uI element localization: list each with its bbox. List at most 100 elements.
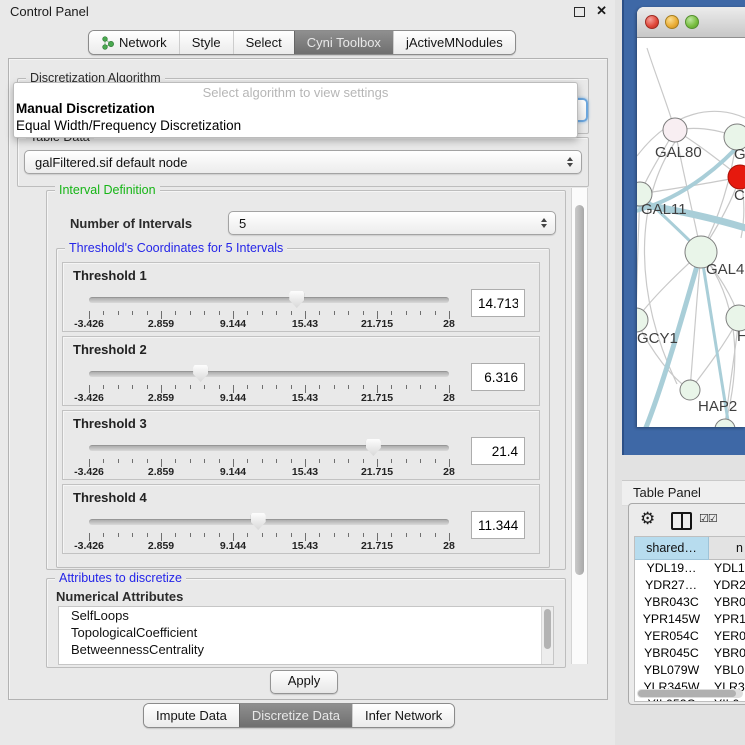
numerical-attributes-list[interactable]: SelfLoopsTopologicalCoefficientBetweenne… <box>58 606 554 665</box>
table-data-combo[interactable]: galFiltered.sif default node <box>24 150 582 174</box>
cell-name[interactable]: YDR2 <box>708 577 745 594</box>
threshold-slider[interactable]: -3.4262.8599.14415.4321.71528 <box>89 437 449 477</box>
threshold-slider[interactable]: -3.4262.8599.14415.4321.71528 <box>89 363 449 403</box>
cell-shared-name[interactable]: YPR145W <box>635 611 709 628</box>
table-row[interactable]: YBR043CYBR0 <box>635 594 745 611</box>
table-row[interactable]: YDR27…YDR2 <box>635 577 745 594</box>
slider-thumb[interactable] <box>251 513 266 530</box>
table-row[interactable]: YBL079WYBL0 <box>635 662 745 679</box>
slider-thumb[interactable] <box>193 365 208 382</box>
slider-tick-label: 21.715 <box>361 466 393 478</box>
tab-style[interactable]: Style <box>179 31 233 54</box>
cell-shared-name[interactable]: YBR043C <box>635 594 709 611</box>
content-scrollbar-thumb[interactable] <box>575 205 584 575</box>
control-panel-tabs: NetworkStyleSelectCyni ToolboxjActiveMNo… <box>88 30 516 55</box>
table-panel: ⚙ ☑☑ shared… n YDL19…YDL1YDR27…YDR2YBR04… <box>628 503 745 705</box>
table-row[interactable]: YBR045CYBR0 <box>635 645 745 662</box>
slider-tick-label: 9.144 <box>220 318 246 330</box>
cell-shared-name[interactable]: YDL19… <box>635 560 709 577</box>
network-node[interactable] <box>715 419 735 427</box>
tab-jactivemnodules[interactable]: jActiveMNodules <box>393 31 515 54</box>
threshold-value-field[interactable] <box>471 511 525 539</box>
network-canvas[interactable]: GAL80 GA C GAL11 GAL4 GCY1 H HAP2 <box>637 38 745 427</box>
close-icon[interactable]: ✕ <box>596 3 607 19</box>
slider-tick <box>147 311 148 315</box>
node-label: GAL80 <box>655 144 702 161</box>
slider-tick <box>219 459 220 463</box>
network-node[interactable] <box>663 118 687 142</box>
content-scrollbar[interactable] <box>571 188 588 664</box>
slider-tick <box>420 533 421 537</box>
network-node[interactable] <box>680 380 700 400</box>
network-node[interactable] <box>637 308 648 332</box>
algorithm-option-manual[interactable]: Manual Discretization <box>16 100 577 117</box>
cell-shared-name[interactable]: YDR27… <box>635 577 708 594</box>
attribute-list-item[interactable]: TopologicalCoefficient <box>59 624 553 641</box>
bottom-tab-discretize-data[interactable]: Discretize Data <box>239 704 352 727</box>
network-node-selected[interactable] <box>728 165 745 189</box>
slider-tick-label: 2.859 <box>148 540 174 552</box>
threshold-row-4: Threshold 4-3.4262.8599.14415.4321.71528 <box>62 484 540 554</box>
node-label: HAP2 <box>698 398 737 415</box>
threshold-value-field[interactable] <box>471 363 525 391</box>
cell-name[interactable]: YER0 <box>709 628 745 645</box>
table-row[interactable]: YER054CYER0 <box>635 628 745 645</box>
threshold-value-field[interactable] <box>471 289 525 317</box>
table-row[interactable]: YPR145WYPR1 <box>635 611 745 628</box>
cell-name[interactable]: YBL0 <box>709 662 745 679</box>
zoom-traffic-light-icon[interactable] <box>685 15 699 29</box>
column-header-shared-name[interactable]: shared… <box>635 537 709 560</box>
split-columns-icon[interactable] <box>671 512 692 530</box>
slider-tick <box>175 311 176 315</box>
tab-cyni-toolbox[interactable]: Cyni Toolbox <box>294 31 393 54</box>
cyni-bottom-tabs: Impute DataDiscretize DataInfer Network <box>143 703 455 728</box>
table-horizontal-scrollbar[interactable] <box>637 689 743 698</box>
slider-track[interactable] <box>89 519 449 525</box>
threshold-slider[interactable]: -3.4262.8599.14415.4321.71528 <box>89 511 449 551</box>
slider-thumb[interactable] <box>289 291 304 308</box>
slider-tick <box>291 385 292 389</box>
slider-tick <box>219 533 220 537</box>
cell-shared-name[interactable]: YER054C <box>635 628 709 645</box>
cell-name[interactable]: YPR1 <box>709 611 745 628</box>
bottom-tab-infer-network[interactable]: Infer Network <box>352 704 454 727</box>
attributes-scrollbar[interactable] <box>541 607 553 664</box>
cell-name[interactable]: YBR0 <box>709 645 745 662</box>
attribute-list-item[interactable]: SelfLoops <box>59 607 553 624</box>
float-window-icon[interactable] <box>574 7 585 17</box>
close-traffic-light-icon[interactable] <box>645 15 659 29</box>
slider-track[interactable] <box>89 371 449 377</box>
cell-name[interactable]: YDL1 <box>709 560 745 577</box>
cell-shared-name[interactable]: YBL079W <box>635 662 709 679</box>
slider-tick <box>334 311 335 315</box>
table-row[interactable]: YDL19…YDL1 <box>635 560 745 577</box>
slider-track[interactable] <box>89 445 449 451</box>
tab-network[interactable]: Network <box>89 31 179 54</box>
minimize-traffic-light-icon[interactable] <box>665 15 679 29</box>
slider-track[interactable] <box>89 297 449 303</box>
slider-tick <box>204 311 205 315</box>
slider-tick <box>204 385 205 389</box>
slider-tick-label: 28 <box>443 318 455 330</box>
slider-tick <box>103 385 104 389</box>
gear-icon[interactable]: ⚙ <box>640 509 655 529</box>
number-of-intervals-combo[interactable]: 5 <box>228 211 556 235</box>
column-header-name[interactable]: n <box>709 537 745 560</box>
algorithm-option-equal-width[interactable]: Equal Width/Frequency Discretization <box>16 117 577 134</box>
network-window-titlebar[interactable] <box>637 7 745 38</box>
slider-tick-label: -3.426 <box>74 466 104 478</box>
table-data-combo-value: galFiltered.sif default node <box>35 155 187 170</box>
threshold-slider[interactable]: -3.4262.8599.14415.4321.71528 <box>89 289 449 329</box>
network-window: GAL80 GA C GAL11 GAL4 GCY1 H HAP2 <box>637 7 745 427</box>
cell-shared-name[interactable]: YBR045C <box>635 645 709 662</box>
slider-thumb[interactable] <box>366 439 381 456</box>
threshold-value-field[interactable] <box>471 437 525 465</box>
apply-button[interactable]: Apply <box>270 670 338 694</box>
bottom-tab-impute-data[interactable]: Impute Data <box>144 704 239 727</box>
cell-name[interactable]: YBR0 <box>709 594 745 611</box>
select-columns-checkbox-icon[interactable]: ☑☑ <box>699 512 717 525</box>
slider-tick-label: 15.43 <box>292 540 318 552</box>
node-attribute-table[interactable]: shared… n YDL19…YDL1YDR27…YDR2YBR043CYBR… <box>634 536 745 702</box>
attribute-list-item[interactable]: BetweennessCentrality <box>59 641 553 658</box>
tab-select[interactable]: Select <box>233 31 294 54</box>
